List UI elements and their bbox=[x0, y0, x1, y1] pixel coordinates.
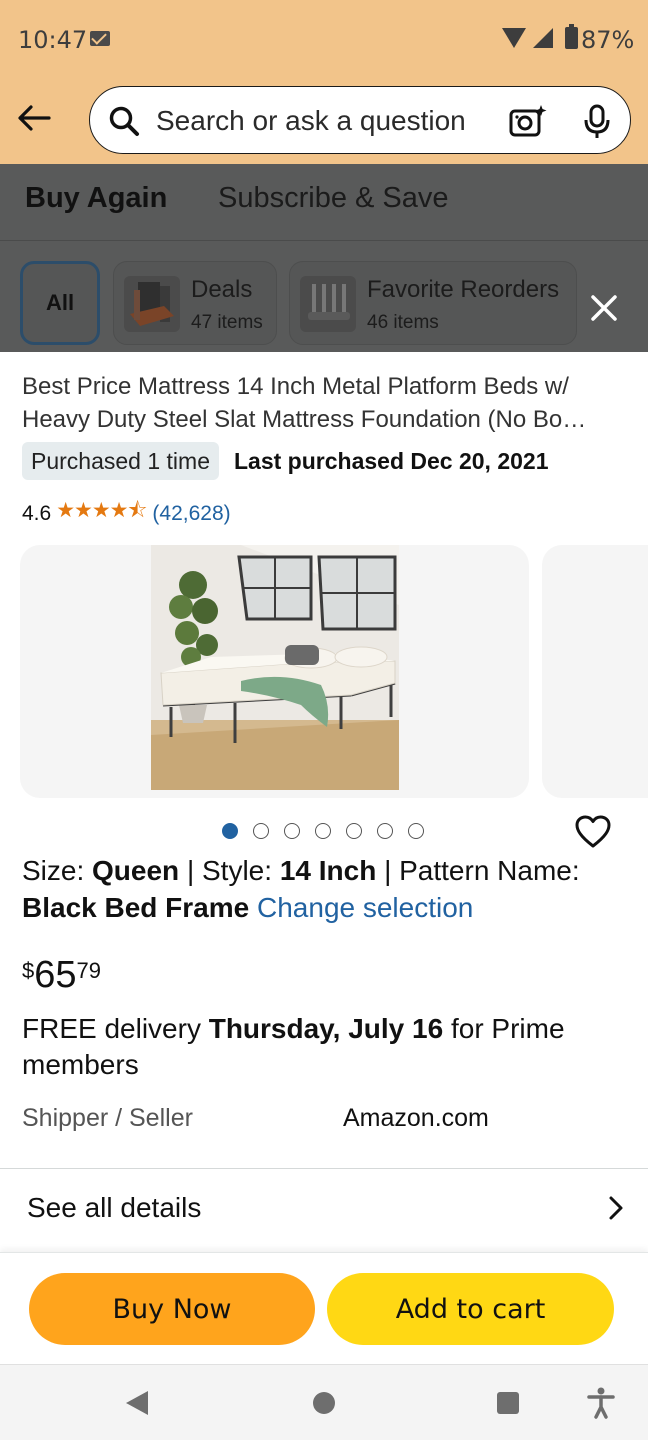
battery-icon bbox=[565, 24, 578, 49]
delivery-info: FREE delivery Thursday, July 16 for Prim… bbox=[22, 1011, 632, 1083]
favorite-reorders-title: Favorite Reorders bbox=[367, 276, 560, 303]
pattern-label: | Pattern Name: bbox=[376, 855, 580, 886]
deals-title: Deals bbox=[191, 276, 253, 303]
pager-dot[interactable] bbox=[346, 823, 362, 839]
favorite-reorders-count: 46 items bbox=[367, 312, 439, 333]
star-rating-icon: ★★★★⯪ bbox=[56, 499, 147, 522]
product-image-card[interactable] bbox=[20, 545, 529, 798]
add-to-cart-button[interactable]: Add to cart bbox=[327, 1273, 614, 1345]
section-divider bbox=[0, 1168, 648, 1169]
camera-search-icon[interactable] bbox=[508, 103, 548, 139]
price-symbol: $ bbox=[22, 958, 35, 983]
next-image-card[interactable] bbox=[542, 545, 648, 798]
pager-dot[interactable] bbox=[315, 823, 331, 839]
status-bar: 10:47 87% bbox=[0, 0, 648, 80]
microphone-icon[interactable] bbox=[582, 103, 612, 141]
nav-home-icon[interactable] bbox=[313, 1392, 335, 1414]
search-input[interactable]: Search or ask a question bbox=[156, 105, 466, 137]
battery-percent: 87% bbox=[581, 26, 635, 54]
rating-row[interactable]: 4.6 ★★★★⯪ (42,628) bbox=[22, 496, 231, 531]
wifi-icon bbox=[502, 28, 526, 48]
image-pager-dots[interactable] bbox=[222, 823, 424, 839]
price: $6579 bbox=[22, 954, 101, 997]
filter-chip-all-label: All bbox=[45, 290, 75, 315]
review-count-link[interactable]: (42,628) bbox=[152, 502, 230, 526]
see-all-details-row[interactable]: See all details bbox=[0, 1170, 648, 1246]
pager-dot[interactable] bbox=[253, 823, 269, 839]
product-photo bbox=[151, 545, 399, 790]
search-icon bbox=[109, 106, 139, 136]
see-all-details-label: See all details bbox=[27, 1192, 202, 1223]
chevron-right-icon bbox=[609, 1196, 623, 1220]
purchase-count-badge: Purchased 1 time bbox=[22, 442, 219, 480]
accessibility-icon[interactable] bbox=[586, 1387, 616, 1419]
deals-count: 47 items bbox=[191, 312, 263, 333]
tab-buy-again[interactable]: Buy Again bbox=[25, 182, 167, 215]
app-header: 10:47 87% Search or ask a question bbox=[0, 0, 648, 164]
cell-signal-icon bbox=[533, 28, 553, 48]
variant-selection: Size: Queen | Style: 14 Inch | Pattern N… bbox=[22, 852, 632, 926]
rating-value: 4.6 bbox=[22, 501, 52, 525]
buy-now-button[interactable]: Buy Now bbox=[29, 1273, 315, 1345]
change-selection-link[interactable]: Change selection bbox=[257, 892, 473, 923]
filter-chip-favorite-reorders[interactable]: Favorite Reorders 46 items bbox=[289, 261, 577, 345]
size-label: Size: bbox=[22, 855, 93, 886]
price-fraction: 79 bbox=[76, 958, 102, 983]
nav-back-icon[interactable] bbox=[126, 1391, 148, 1415]
system-nav-bar bbox=[0, 1364, 648, 1440]
last-purchased-date: Last purchased Dec 20, 2021 bbox=[234, 448, 549, 474]
action-bar: Buy Now Add to cart bbox=[0, 1252, 648, 1364]
shipper-label: Shipper / Seller bbox=[22, 1104, 193, 1132]
shipper-value: Amazon.com bbox=[343, 1104, 489, 1132]
add-to-cart-label: Add to cart bbox=[395, 1293, 546, 1325]
pattern-value: Black Bed Frame bbox=[22, 892, 250, 923]
price-whole: 65 bbox=[34, 954, 77, 996]
status-time: 10:47 bbox=[18, 26, 88, 54]
search-bar[interactable]: Search or ask a question bbox=[89, 86, 631, 154]
delivery-date: Thursday, July 16 bbox=[208, 1013, 444, 1044]
tab-divider bbox=[0, 240, 648, 241]
arrow-left-icon bbox=[18, 105, 51, 131]
pager-dot[interactable] bbox=[284, 823, 300, 839]
size-value: Queen bbox=[92, 855, 180, 886]
filter-chip-all[interactable]: All bbox=[20, 261, 100, 345]
close-icon[interactable] bbox=[584, 288, 624, 328]
deals-thumbnail bbox=[124, 276, 180, 332]
favorite-reorders-thumbnail bbox=[300, 276, 356, 332]
nav-recents-icon[interactable] bbox=[497, 1392, 519, 1414]
filter-chip-deals[interactable]: Deals 47 items bbox=[113, 261, 277, 345]
mail-notification-icon bbox=[90, 31, 110, 46]
buy-now-label: Buy Now bbox=[112, 1293, 232, 1325]
pager-dot[interactable] bbox=[408, 823, 424, 839]
style-value: 14 Inch bbox=[279, 855, 377, 886]
style-label: | Style: bbox=[179, 855, 280, 886]
pager-dot[interactable] bbox=[377, 823, 393, 839]
heart-icon[interactable] bbox=[574, 814, 612, 850]
pager-dot[interactable] bbox=[222, 823, 238, 839]
tab-subscribe-save[interactable]: Subscribe & Save bbox=[218, 182, 449, 215]
back-button[interactable] bbox=[14, 98, 54, 138]
product-title[interactable]: Best Price Mattress 14 Inch Metal Platfo… bbox=[22, 370, 632, 436]
delivery-prefix: FREE delivery bbox=[22, 1013, 209, 1044]
